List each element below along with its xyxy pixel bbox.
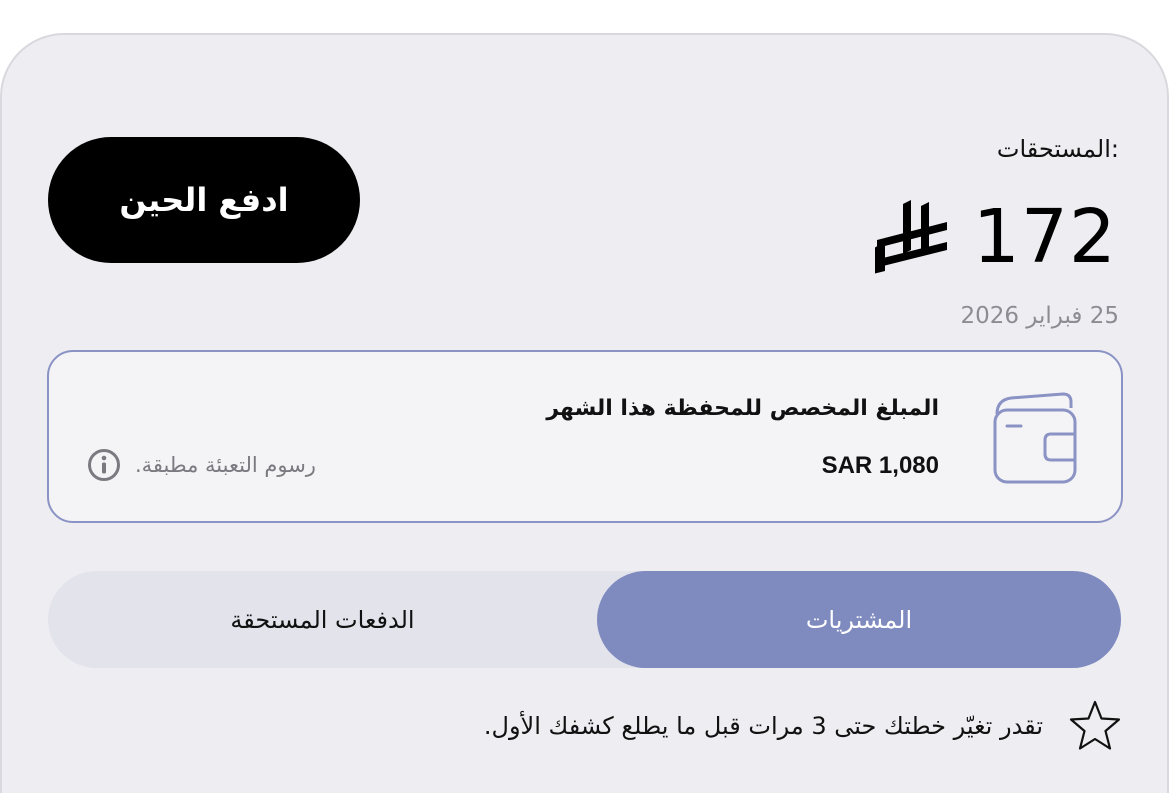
tabs: الدفعات المستحقة المشتريات	[48, 571, 1121, 668]
tip-row: تقدر تغيّر خطتك حتى 3 مرات قبل ما يطلع ك…	[484, 698, 1123, 754]
due-date: 25 فبراير 2026	[960, 303, 1119, 329]
pay-now-button[interactable]: ادفع الحين	[48, 137, 360, 263]
wallet-amount: SAR 1,080	[821, 452, 939, 479]
dues-amount-row: 172	[873, 200, 1117, 274]
wallet-card: المبلغ المخصص للمحفظة هذا الشهر SAR 1,08…	[47, 350, 1123, 523]
tip-text: تقدر تغيّر خطتك حتى 3 مرات قبل ما يطلع ك…	[483, 712, 1043, 740]
star-icon	[1069, 700, 1121, 750]
fees-note: رسوم التعبئة مطبقة.	[135, 453, 316, 477]
dues-amount: 172	[972, 194, 1117, 280]
info-icon[interactable]	[87, 448, 121, 482]
fees-row: رسوم التعبئة مطبقة.	[87, 448, 316, 482]
tab-due-payments[interactable]: الدفعات المستحقة	[48, 571, 597, 668]
wallet-icon	[993, 392, 1077, 484]
wallet-title: المبلغ المخصص للمحفظة هذا الشهر	[546, 396, 939, 421]
saudi-riyal-icon	[874, 200, 947, 274]
dues-label: :المستحقات	[996, 135, 1119, 163]
tab-purchases[interactable]: المشتريات	[597, 571, 1121, 668]
